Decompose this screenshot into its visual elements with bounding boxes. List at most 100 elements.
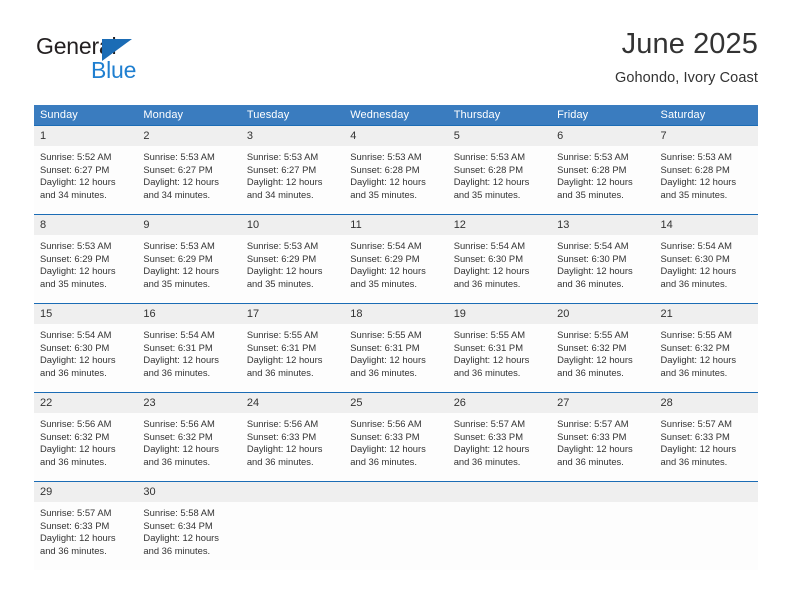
sunrise-time: Sunrise: 5:56 AM: [143, 418, 215, 429]
sunrise-time: Sunrise: 5:54 AM: [557, 240, 629, 251]
day-cell-content: 15 Sunrise: 5:54 AM Sunset: 6:30 PM Dayligh…: [34, 304, 138, 392]
weekday-header-monday: Monday: [137, 105, 241, 126]
calendar-day-cell[interactable]: 28 Sunrise: 5:57 AM Sunset: 6:33 PM Dayligh…: [654, 392, 758, 482]
calendar-day-cell[interactable]: 11 Sunrise: 5:54 AM Sunset: 6:29 PM Dayligh…: [344, 214, 448, 304]
calendar-day-cell[interactable]: [344, 481, 448, 570]
day-sun-info: Sunrise: 5:53 AM Sunset: 6:28 PM Daylight:…: [551, 146, 654, 201]
weekday-header-thursday: Thursday: [447, 105, 552, 126]
sunset-time: Sunset: 6:33 PM: [453, 430, 523, 442]
calendar-day-cell[interactable]: 21 Sunrise: 5:55 AM Sunset: 6:32 PM Dayligh…: [654, 303, 758, 393]
calendar-day-cell[interactable]: 5 Sunrise: 5:53 AM Sunset: 6:28 PM Daylight…: [447, 125, 552, 215]
daylight-duration-line2: and 36 minutes.: [143, 366, 211, 378]
calendar-day-cell[interactable]: 6 Sunrise: 5:53 AM Sunset: 6:28 PM Daylight…: [551, 125, 655, 215]
day-number: 28: [654, 393, 758, 413]
day-sun-info: Sunrise: 5:56 AM Sunset: 6:32 PM Daylight:…: [34, 413, 137, 468]
daylight-duration-line2: and 36 minutes.: [660, 455, 728, 467]
daylight-duration-line2: and 35 minutes.: [143, 277, 211, 289]
day-number: 25: [344, 393, 448, 413]
calendar-day-cell[interactable]: 1 Sunrise: 5:52 AM Sunset: 6:27 PM Daylight…: [34, 125, 138, 215]
calendar-day-cell[interactable]: 13 Sunrise: 5:54 AM Sunset: 6:30 PM Dayligh…: [551, 214, 655, 304]
calendar-day-cell[interactable]: 19 Sunrise: 5:55 AM Sunset: 6:31 PM Dayligh…: [447, 303, 552, 393]
calendar-week-row: 15 Sunrise: 5:54 AM Sunset: 6:30 PM Dayligh…: [34, 303, 758, 393]
day-sun-info: Sunrise: 5:55 AM Sunset: 6:32 PM Daylight:…: [551, 324, 654, 379]
calendar-day-cell[interactable]: 12 Sunrise: 5:54 AM Sunset: 6:30 PM Dayligh…: [447, 214, 552, 304]
sunset-time: Sunset: 6:28 PM: [350, 163, 420, 175]
calendar-day-cell[interactable]: 7 Sunrise: 5:53 AM Sunset: 6:28 PM Daylight…: [654, 125, 758, 215]
calendar-day-cell[interactable]: 4 Sunrise: 5:53 AM Sunset: 6:28 PM Daylight…: [344, 125, 448, 215]
sunrise-time: Sunrise: 5:53 AM: [660, 151, 732, 162]
daylight-duration-line2: and 36 minutes.: [557, 455, 624, 467]
day-number: 9: [137, 215, 241, 235]
sunrise-time: Sunrise: 5:57 AM: [40, 507, 112, 518]
sunset-time: Sunset: 6:27 PM: [246, 163, 317, 175]
day-cell-content: 12 Sunrise: 5:54 AM Sunset: 6:30 PM Dayligh…: [447, 215, 552, 303]
sunset-time: Sunset: 6:31 PM: [350, 341, 420, 353]
daylight-duration-line2: and 35 minutes.: [660, 188, 728, 200]
day-cell-content: 3 Sunrise: 5:53 AM Sunset: 6:27 PM Daylight…: [240, 126, 345, 214]
calendar-day-cell[interactable]: 27 Sunrise: 5:57 AM Sunset: 6:33 PM Dayligh…: [551, 392, 655, 482]
calendar-day-cell[interactable]: 16 Sunrise: 5:54 AM Sunset: 6:31 PM Dayligh…: [137, 303, 241, 393]
sunset-time: Sunset: 6:32 PM: [660, 341, 730, 353]
daylight-duration-line2: and 36 minutes.: [143, 544, 211, 556]
day-number: 5: [447, 126, 552, 146]
daylight-duration-line1: Daylight: 12 hours: [246, 354, 323, 366]
calendar-day-cell[interactable]: 18 Sunrise: 5:55 AM Sunset: 6:31 PM Dayligh…: [344, 303, 448, 393]
sunrise-time: Sunrise: 5:57 AM: [453, 418, 526, 429]
daylight-duration-line1: Daylight: 12 hours: [143, 532, 219, 544]
sunrise-time: Sunrise: 5:54 AM: [453, 240, 526, 251]
daylight-duration-line2: and 35 minutes.: [350, 188, 417, 200]
calendar-week-row: 1 Sunrise: 5:52 AM Sunset: 6:27 PM Daylight…: [34, 125, 758, 215]
page-subtitle: Gohondo, Ivory Coast: [614, 70, 758, 87]
sunset-time: Sunset: 6:32 PM: [143, 430, 213, 442]
calendar-day-cell[interactable]: [240, 481, 345, 570]
sunrise-time: Sunrise: 5:54 AM: [40, 329, 112, 340]
day-cell-content: 11 Sunrise: 5:54 AM Sunset: 6:29 PM Dayligh…: [344, 215, 448, 303]
calendar-day-cell[interactable]: 30 Sunrise: 5:58 AM Sunset: 6:34 PM Dayligh…: [137, 481, 241, 570]
day-number: [240, 482, 345, 502]
day-sun-info: Sunrise: 5:53 AM Sunset: 6:28 PM Daylight:…: [344, 146, 447, 201]
calendar-day-cell[interactable]: 10 Sunrise: 5:53 AM Sunset: 6:29 PM Dayligh…: [240, 214, 345, 304]
calendar-page: General Blue June 2025 Gohondo, Ivory Co…: [0, 0, 792, 612]
day-cell-content: 6 Sunrise: 5:53 AM Sunset: 6:28 PM Daylight…: [551, 126, 655, 214]
daylight-duration-line1: Daylight: 12 hours: [660, 176, 737, 188]
calendar-day-cell[interactable]: 25 Sunrise: 5:56 AM Sunset: 6:33 PM Dayligh…: [344, 392, 448, 482]
daylight-duration-line2: and 35 minutes.: [557, 188, 624, 200]
calendar-day-cell[interactable]: [447, 481, 552, 570]
day-cell-content: 29 Sunrise: 5:57 AM Sunset: 6:33 PM Dayligh…: [34, 482, 138, 570]
calendar-day-cell[interactable]: 2 Sunrise: 5:53 AM Sunset: 6:27 PM Daylight…: [137, 125, 241, 215]
day-sun-info: Sunrise: 5:54 AM Sunset: 6:30 PM Daylight:…: [448, 235, 551, 290]
calendar-day-cell[interactable]: 8 Sunrise: 5:53 AM Sunset: 6:29 PM Daylight…: [34, 214, 138, 304]
day-number: 7: [654, 126, 758, 146]
calendar-day-cell[interactable]: 3 Sunrise: 5:53 AM Sunset: 6:27 PM Daylight…: [240, 125, 345, 215]
daylight-duration-line2: and 36 minutes.: [453, 455, 521, 467]
day-cell-content: [551, 482, 655, 570]
calendar-day-cell[interactable]: 22 Sunrise: 5:56 AM Sunset: 6:32 PM Dayligh…: [34, 392, 138, 482]
calendar-day-cell[interactable]: 29 Sunrise: 5:57 AM Sunset: 6:33 PM Dayligh…: [34, 481, 138, 570]
day-sun-info: Sunrise: 5:53 AM Sunset: 6:29 PM Daylight:…: [137, 235, 240, 290]
calendar-day-cell[interactable]: [654, 481, 758, 570]
day-cell-content: 27 Sunrise: 5:57 AM Sunset: 6:33 PM Dayligh…: [551, 393, 655, 481]
daylight-duration-line1: Daylight: 12 hours: [453, 265, 530, 277]
day-sun-info: [448, 502, 551, 507]
day-sun-info: Sunrise: 5:54 AM Sunset: 6:29 PM Daylight:…: [344, 235, 447, 290]
daylight-duration-line1: Daylight: 12 hours: [143, 176, 219, 188]
generalblue-logo[interactable]: General Blue: [36, 33, 166, 83]
calendar-day-cell[interactable]: 26 Sunrise: 5:57 AM Sunset: 6:33 PM Dayligh…: [447, 392, 552, 482]
day-cell-content: 13 Sunrise: 5:54 AM Sunset: 6:30 PM Dayligh…: [551, 215, 655, 303]
calendar-day-cell[interactable]: 17 Sunrise: 5:55 AM Sunset: 6:31 PM Dayligh…: [240, 303, 345, 393]
calendar-day-cell[interactable]: 15 Sunrise: 5:54 AM Sunset: 6:30 PM Dayligh…: [34, 303, 138, 393]
daylight-duration-line1: Daylight: 12 hours: [453, 354, 530, 366]
sunset-time: Sunset: 6:32 PM: [40, 430, 110, 442]
day-number: 3: [240, 126, 345, 146]
sunrise-time: Sunrise: 5:58 AM: [143, 507, 215, 518]
calendar-day-cell[interactable]: 23 Sunrise: 5:56 AM Sunset: 6:32 PM Dayligh…: [137, 392, 241, 482]
day-cell-content: [654, 482, 758, 570]
daylight-duration-line2: and 36 minutes.: [40, 544, 107, 556]
calendar-day-cell[interactable]: 9 Sunrise: 5:53 AM Sunset: 6:29 PM Daylight…: [137, 214, 241, 304]
calendar-day-cell[interactable]: 24 Sunrise: 5:56 AM Sunset: 6:33 PM Dayligh…: [240, 392, 345, 482]
calendar-day-cell[interactable]: 14 Sunrise: 5:54 AM Sunset: 6:30 PM Dayligh…: [654, 214, 758, 304]
calendar-day-cell[interactable]: [551, 481, 655, 570]
daylight-duration-line2: and 36 minutes.: [246, 366, 314, 378]
day-number: 11: [344, 215, 448, 235]
calendar-day-cell[interactable]: 20 Sunrise: 5:55 AM Sunset: 6:32 PM Dayligh…: [551, 303, 655, 393]
